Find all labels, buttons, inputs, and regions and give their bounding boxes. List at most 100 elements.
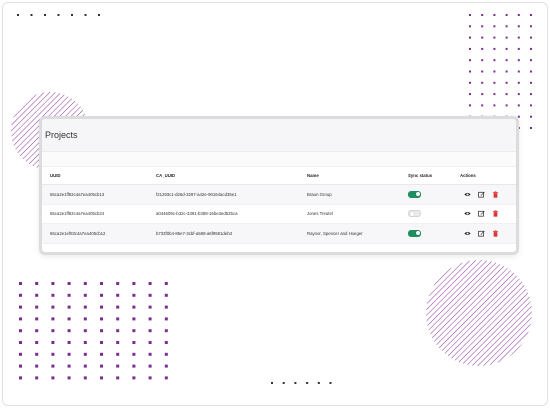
decorative-dot: [469, 104, 471, 107]
decorative-dot: [19, 317, 22, 321]
decorative-dot: [505, 70, 508, 73]
decorative-dot: [493, 14, 496, 16]
decorative-dot: [19, 293, 22, 297]
decorative-dot: [481, 59, 484, 62]
decorative-dot: [116, 364, 120, 368]
decorative-dot: [164, 352, 168, 356]
decorative-dot: [469, 47, 471, 50]
decorative-dot: [148, 317, 152, 321]
trash-icon: [493, 210, 498, 217]
decorative-dot: [517, 59, 520, 62]
decorative-dot: [481, 104, 484, 107]
edit-button[interactable]: [478, 210, 485, 217]
sync-toggle[interactable]: [408, 190, 421, 198]
decorative-dot: [35, 329, 39, 333]
decorative-dot: [132, 282, 136, 285]
decorative-dot: [132, 317, 136, 321]
decorative-dot: [481, 70, 484, 73]
projects-card: Projects UUID CA_UUID Name Sync status A…: [39, 116, 519, 255]
decorative-dot: [505, 25, 508, 28]
decorative-dot: [71, 14, 73, 16]
cell-ca-uuid: f21293c1-d26d-3297-a42e-90164acd35e1: [156, 184, 307, 205]
decorative-dot: [100, 364, 103, 368]
decorative-dot: [530, 127, 532, 129]
edit-button[interactable]: [478, 230, 485, 237]
decorative-dot: [481, 36, 484, 39]
delete-button[interactable]: [492, 210, 499, 217]
delete-button[interactable]: [492, 191, 499, 198]
decorative-dot: [67, 341, 71, 344]
decorative-dot: [530, 25, 532, 28]
decorative-dot: [19, 352, 22, 356]
delete-button[interactable]: [492, 230, 499, 237]
decorative-dot: [51, 305, 55, 309]
decorative-dot: [132, 364, 136, 368]
cell-uuid: 65ca2e1ff83c4a7ea405cb13: [42, 184, 156, 205]
decorative-dot: [493, 25, 496, 28]
column-header-sync-status[interactable]: Sync status: [408, 167, 460, 185]
decorative-dot: [306, 382, 309, 384]
decorative-dot: [19, 376, 22, 380]
decorative-dot: [530, 59, 532, 62]
decorative-dot: [148, 329, 152, 333]
cell-actions: [460, 223, 516, 244]
decorative-dot: [148, 282, 152, 285]
decorative-dot: [148, 341, 152, 344]
decorative-dot: [530, 115, 532, 118]
decorative-dot: [116, 293, 120, 297]
decorative-dot: [116, 317, 120, 321]
app-frame: Projects UUID CA_UUID Name Sync status A…: [2, 2, 548, 406]
decorative-dot: [481, 47, 484, 50]
view-button[interactable]: [464, 191, 471, 198]
decorative-dot: [67, 305, 71, 309]
trash-icon: [493, 191, 498, 198]
cell-name: Braun Group: [307, 184, 408, 205]
decorative-dot: [493, 81, 496, 84]
decorative-dot: [100, 376, 103, 380]
decorative-dot: [35, 305, 39, 309]
decorative-dot: [164, 317, 168, 321]
sync-toggle[interactable]: [408, 229, 421, 237]
cell-actions: [460, 204, 516, 224]
decorative-dot: [481, 25, 484, 28]
column-header-ca-uuid[interactable]: CA_UUID: [156, 167, 307, 185]
hatched-circle-right: [426, 260, 532, 366]
decorative-dot: [469, 59, 471, 62]
decorative-dot: [329, 382, 332, 384]
decorative-dot: [164, 293, 168, 297]
cell-sync-status: [408, 223, 460, 244]
column-header-name[interactable]: Name: [307, 167, 408, 185]
cell-name: Jones Treutel: [307, 204, 408, 224]
decorative-dot: [517, 115, 520, 118]
decorative-dot: [294, 382, 297, 384]
cell-name: Raynor, Spencer and Hoeger: [307, 223, 408, 244]
decorative-dot: [83, 293, 87, 297]
decorative-dot: [469, 93, 471, 96]
decorative-dot: [505, 14, 508, 16]
decorative-dot: [164, 364, 168, 368]
decorative-dot: [83, 352, 87, 356]
view-button[interactable]: [464, 210, 471, 217]
toggle-knob: [409, 211, 414, 216]
cell-sync-status: [408, 184, 460, 205]
decorative-dot: [505, 59, 508, 62]
decorative-dot: [67, 293, 71, 297]
column-header-uuid[interactable]: UUID: [42, 167, 156, 185]
cell-sync-status: [408, 204, 460, 224]
decorative-dot: [517, 70, 520, 73]
decorative-dot: [44, 14, 46, 16]
decorative-dot: [100, 329, 103, 333]
edit-button[interactable]: [478, 191, 485, 198]
table-row: 65ca2e1ef83c4a7ea405cb12 b733f0b4-85e7-3…: [42, 223, 516, 244]
view-button[interactable]: [464, 230, 471, 237]
decorative-dot: [148, 376, 152, 380]
decorative-dot: [100, 317, 103, 321]
decorative-dot: [148, 352, 152, 356]
row-actions: [460, 210, 516, 217]
decorative-dot: [530, 14, 532, 16]
sync-toggle[interactable]: [408, 210, 421, 218]
decorative-dot: [19, 341, 22, 344]
decorative-dot: [51, 352, 55, 356]
decorative-dot: [164, 329, 168, 333]
decorative-dot: [35, 341, 39, 344]
